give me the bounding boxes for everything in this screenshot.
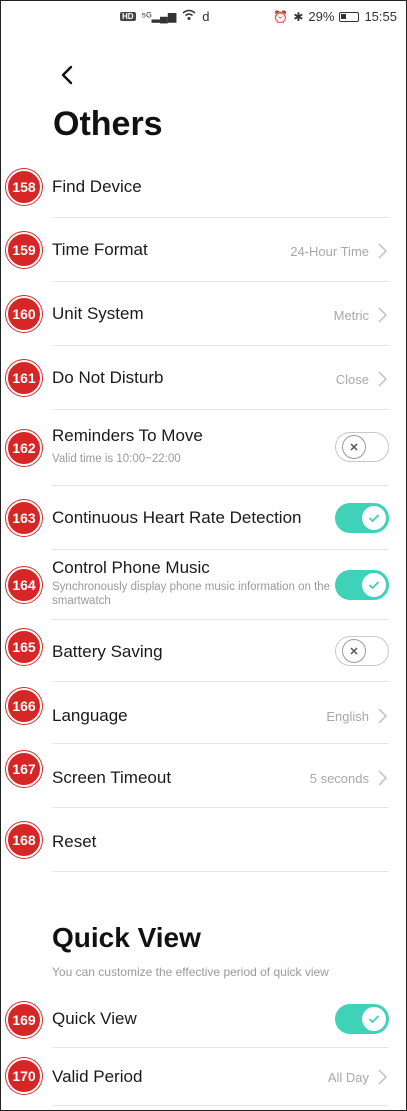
step-badge: 163 [6, 500, 42, 536]
toggle-knob [342, 639, 366, 663]
row-value: 5 seconds [309, 771, 369, 786]
toggle-knob [362, 573, 386, 597]
row-label: Do Not Disturb [52, 368, 164, 387]
row-quick-view: 169 Quick View [0, 990, 407, 1048]
page-title: Others [53, 105, 163, 143]
row-label: Control Phone Music [52, 558, 210, 577]
row-label: Unit System [52, 304, 144, 323]
row-heart-rate-detection: 163 Continuous Heart Rate Detection [0, 486, 407, 550]
row-unit-system[interactable]: 160 Unit System Metric [0, 282, 407, 346]
battery-saving-toggle[interactable] [335, 636, 389, 666]
row-label: Quick View [52, 1009, 137, 1028]
step-badge: 162 [6, 430, 42, 466]
alarm-icon: ⏰ [273, 9, 289, 24]
row-control-phone-music: 164 Control Phone Music Synchronously di… [0, 550, 407, 620]
toggle-knob [362, 1007, 386, 1031]
row-label: Continuous Heart Rate Detection [52, 508, 302, 527]
step-badge: 161 [6, 360, 42, 396]
row-subtitle: Synchronously display phone music inform… [52, 581, 331, 607]
section-title-quick-view: Quick View [52, 922, 201, 953]
status-extra-text: d [202, 9, 210, 24]
phone-music-toggle[interactable] [335, 570, 389, 600]
row-reminders-to-move: 162 Reminders To Move Valid time is 10:0… [0, 410, 407, 486]
check-icon [368, 514, 380, 523]
step-badge: 169 [6, 1002, 42, 1038]
row-label: Find Device [52, 177, 142, 196]
check-icon [368, 1015, 380, 1024]
row-battery-saving: 165 Battery Saving [0, 620, 407, 682]
row-screen-timeout[interactable]: 167 Screen Timeout 5 seconds [0, 744, 407, 808]
step-badge: 170 [6, 1058, 42, 1094]
bluetooth-icon: ✱ [293, 9, 304, 24]
quick-view-toggle[interactable] [335, 1004, 389, 1034]
status-left: HD ⁵ᴳ▂▄▆ d [120, 9, 210, 24]
row-value: 24-Hour Time [290, 244, 369, 259]
battery-percent: 29% [308, 9, 335, 24]
row-value: English [326, 709, 369, 724]
row-find-device[interactable]: 158 Find Device [0, 158, 407, 218]
chevron-right-icon [378, 307, 388, 323]
step-badge: 160 [6, 296, 42, 332]
step-badge: 165 [6, 629, 42, 665]
toggle-knob [342, 435, 366, 459]
row-label: Language [52, 706, 128, 725]
divider [52, 1105, 389, 1106]
section-description: You can customize the effective period o… [52, 965, 329, 979]
step-badge: 159 [6, 232, 42, 268]
row-language[interactable]: 166 Language English [0, 682, 407, 744]
heart-rate-toggle[interactable] [335, 503, 389, 533]
chevron-right-icon [378, 1069, 388, 1085]
reminders-toggle[interactable] [335, 432, 389, 462]
row-label: Valid Period [52, 1067, 143, 1086]
row-label: Battery Saving [52, 642, 163, 661]
battery-icon [339, 11, 360, 22]
chevron-right-icon [378, 243, 388, 259]
row-label: Reset [52, 832, 97, 851]
divider [52, 871, 389, 872]
row-label: Reminders To Move [52, 426, 203, 445]
row-value: All Day [327, 1070, 369, 1085]
chevron-right-icon [378, 770, 388, 786]
chevron-right-icon [378, 371, 388, 387]
wifi-icon [182, 9, 196, 24]
hd-icon: HD [120, 12, 136, 21]
step-badge: 164 [6, 567, 42, 603]
close-icon [350, 647, 358, 655]
row-label: Time Format [52, 240, 148, 259]
row-do-not-disturb[interactable]: 161 Do Not Disturb Close [0, 346, 407, 410]
toggle-knob [362, 506, 386, 530]
check-icon [368, 581, 380, 590]
step-badge: 167 [6, 751, 42, 787]
clock: 15:55 [364, 9, 397, 24]
back-button[interactable] [52, 60, 82, 90]
step-badge: 168 [6, 822, 42, 858]
signal-icon: ⁵ᴳ▂▄▆ [141, 11, 177, 23]
status-bar: HD ⁵ᴳ▂▄▆ d ⏰ ✱ 29% 15:55 [0, 0, 407, 30]
close-icon [350, 443, 358, 451]
row-time-format[interactable]: 159 Time Format 24-Hour Time [0, 218, 407, 282]
status-right: ⏰ ✱ 29% 15:55 [273, 9, 397, 24]
chevron-left-icon [61, 65, 73, 85]
row-reset[interactable]: 168 Reset [0, 808, 407, 872]
row-valid-period[interactable]: 170 Valid Period All Day [0, 1048, 407, 1106]
row-value: Close [335, 372, 369, 387]
row-subtitle: Valid time is 10:00~22:00 [52, 453, 181, 465]
step-badge: 166 [6, 688, 42, 724]
chevron-right-icon [378, 708, 388, 724]
row-label: Screen Timeout [52, 768, 172, 787]
step-badge: 158 [6, 169, 42, 205]
row-value: Metric [333, 308, 369, 323]
